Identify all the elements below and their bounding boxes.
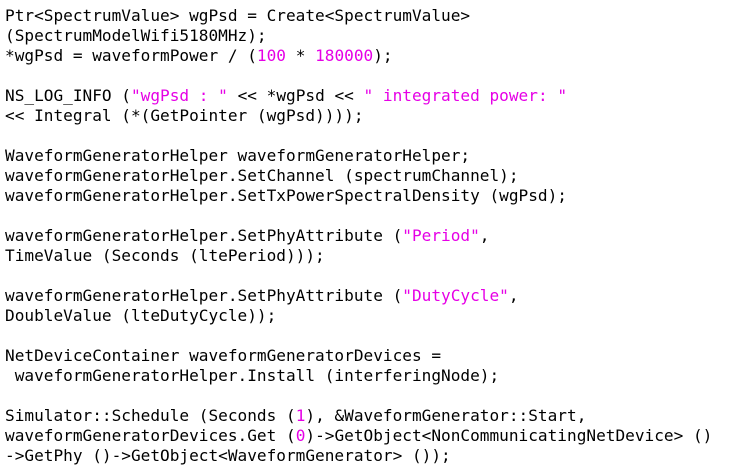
- code-line: waveformGeneratorHelper.SetTxPowerSpectr…: [5, 186, 739, 206]
- code-line: NetDeviceContainer waveformGeneratorDevi…: [5, 346, 739, 366]
- code-text: DoubleValue (lteDutyCycle));: [5, 306, 277, 325]
- code-text: waveformGeneratorHelper.SetChannel (spec…: [5, 166, 519, 185]
- code-text: (SpectrumModelWifi5180MHz);: [5, 26, 267, 45]
- string-literal: "DutyCycle": [402, 286, 509, 305]
- number-literal: 1: [295, 406, 306, 425]
- code-text: )->GetObject<NonCommunicatingNetDevice> …: [305, 426, 713, 445]
- number-literal: 0: [295, 426, 306, 445]
- code-line: ->GetPhy ()->GetObject<WaveformGenerator…: [5, 446, 739, 466]
- code-line: waveformGeneratorHelper.SetPhyAttribute …: [5, 286, 739, 306]
- code-text: );: [373, 46, 393, 65]
- code-text: Ptr<SpectrumValue> wgPsd = Create<Spectr…: [5, 6, 471, 25]
- code-line: << Integral (*(GetPointer (wgPsd))));: [5, 106, 739, 126]
- code-text: NetDeviceContainer waveformGeneratorDevi…: [5, 346, 442, 365]
- number-literal: 180000: [315, 46, 374, 65]
- code-text: ->GetPhy ()->GetObject<WaveformGenerator…: [5, 446, 451, 465]
- code-line: Simulator::Schedule (Seconds (1), &Wavef…: [5, 406, 739, 426]
- code-text: waveformGeneratorHelper.SetPhyAttribute …: [5, 286, 403, 305]
- code-line: DoubleValue (lteDutyCycle));: [5, 306, 739, 326]
- code-line: waveformGeneratorHelper.Install (interfe…: [5, 366, 739, 386]
- code-text: waveformGeneratorHelper.SetTxPowerSpectr…: [5, 186, 567, 205]
- string-literal: "wgPsd : ": [130, 86, 228, 105]
- code-text: TimeValue (Seconds (ltePeriod)));: [5, 246, 325, 265]
- code-text: Simulator::Schedule (Seconds (: [5, 406, 296, 425]
- code-line: TimeValue (Seconds (ltePeriod)));: [5, 246, 739, 266]
- code-view: Ptr<SpectrumValue> wgPsd = Create<Spectr…: [5, 6, 739, 466]
- number-literal: 100: [256, 46, 286, 65]
- string-literal: " integrated power: ": [363, 86, 568, 105]
- code-line: Ptr<SpectrumValue> wgPsd = Create<Spectr…: [5, 6, 739, 26]
- code-line: *wgPsd = waveformPower / (100 * 180000);: [5, 46, 739, 66]
- code-line: waveformGeneratorHelper.SetChannel (spec…: [5, 166, 739, 186]
- code-text: *: [286, 46, 316, 65]
- code-text: NS_LOG_INFO (: [5, 86, 131, 105]
- code-text: waveformGeneratorDevices.Get (: [5, 426, 296, 445]
- code-line: waveformGeneratorHelper.SetPhyAttribute …: [5, 226, 739, 246]
- code-line: NS_LOG_INFO ("wgPsd : " << *wgPsd << " i…: [5, 86, 739, 106]
- code-text: waveformGeneratorHelper.Install (interfe…: [5, 366, 500, 385]
- string-literal: "Period": [402, 226, 480, 245]
- code-line: (SpectrumModelWifi5180MHz);: [5, 26, 739, 46]
- code-text: WaveformGeneratorHelper waveformGenerato…: [5, 146, 471, 165]
- code-text: ,: [479, 226, 490, 245]
- code-text: << *wgPsd <<: [227, 86, 364, 105]
- code-text: ), &WaveformGenerator::Start,: [305, 406, 587, 425]
- code-text: ,: [508, 286, 519, 305]
- code-line: waveformGeneratorDevices.Get (0)->GetObj…: [5, 426, 739, 446]
- code-text: *wgPsd = waveformPower / (: [5, 46, 257, 65]
- code-line: WaveformGeneratorHelper waveformGenerato…: [5, 146, 739, 166]
- code-text: << Integral (*(GetPointer (wgPsd))));: [5, 106, 364, 125]
- code-text: waveformGeneratorHelper.SetPhyAttribute …: [5, 226, 403, 245]
